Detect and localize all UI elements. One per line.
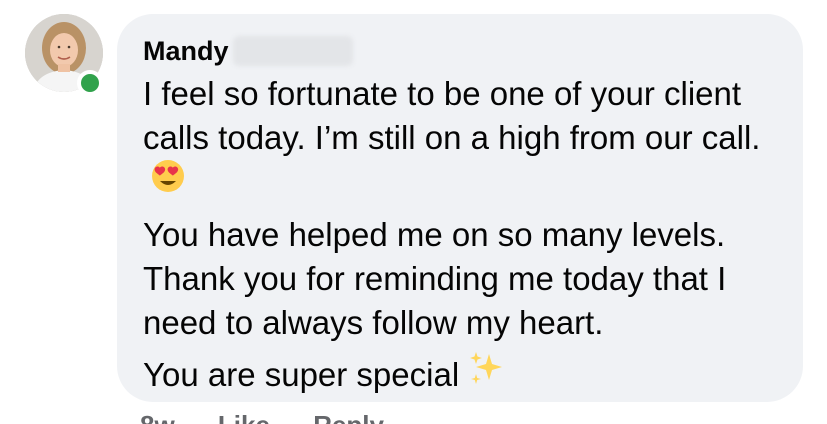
comment-bubble: Mandy I feel so fortunate to be one of y… [117, 14, 803, 402]
author-avatar-container[interactable] [25, 14, 103, 96]
comment-paragraph: You are super special [143, 350, 777, 402]
sparkles-emoji-icon [467, 350, 505, 399]
comment-paragraph-text: You are super special [143, 356, 460, 393]
comment-thread: Mandy I feel so fortunate to be one of y… [0, 0, 827, 424]
heart-eyes-emoji-icon [151, 159, 185, 204]
author-name[interactable]: Mandy [143, 34, 229, 68]
comment-paragraph: I feel so fortunate to be one of your cl… [143, 72, 777, 207]
author-row: Mandy [143, 34, 777, 68]
redacted-surname [232, 36, 353, 66]
comment-body: I feel so fortunate to be one of your cl… [143, 72, 777, 402]
comment-paragraph-text: I feel so fortunate to be one of your cl… [143, 75, 761, 156]
comment-time[interactable]: 8w [140, 410, 175, 424]
like-button[interactable]: Like [218, 410, 270, 424]
comment-paragraph: You have helped me on so many levels. Th… [143, 213, 777, 345]
comment-actions: 8w Like Reply [140, 410, 420, 424]
online-status-indicator [77, 70, 103, 96]
reply-button[interactable]: Reply [313, 410, 384, 424]
comment-paragraph-text: You have helped me on so many levels. Th… [143, 215, 727, 341]
